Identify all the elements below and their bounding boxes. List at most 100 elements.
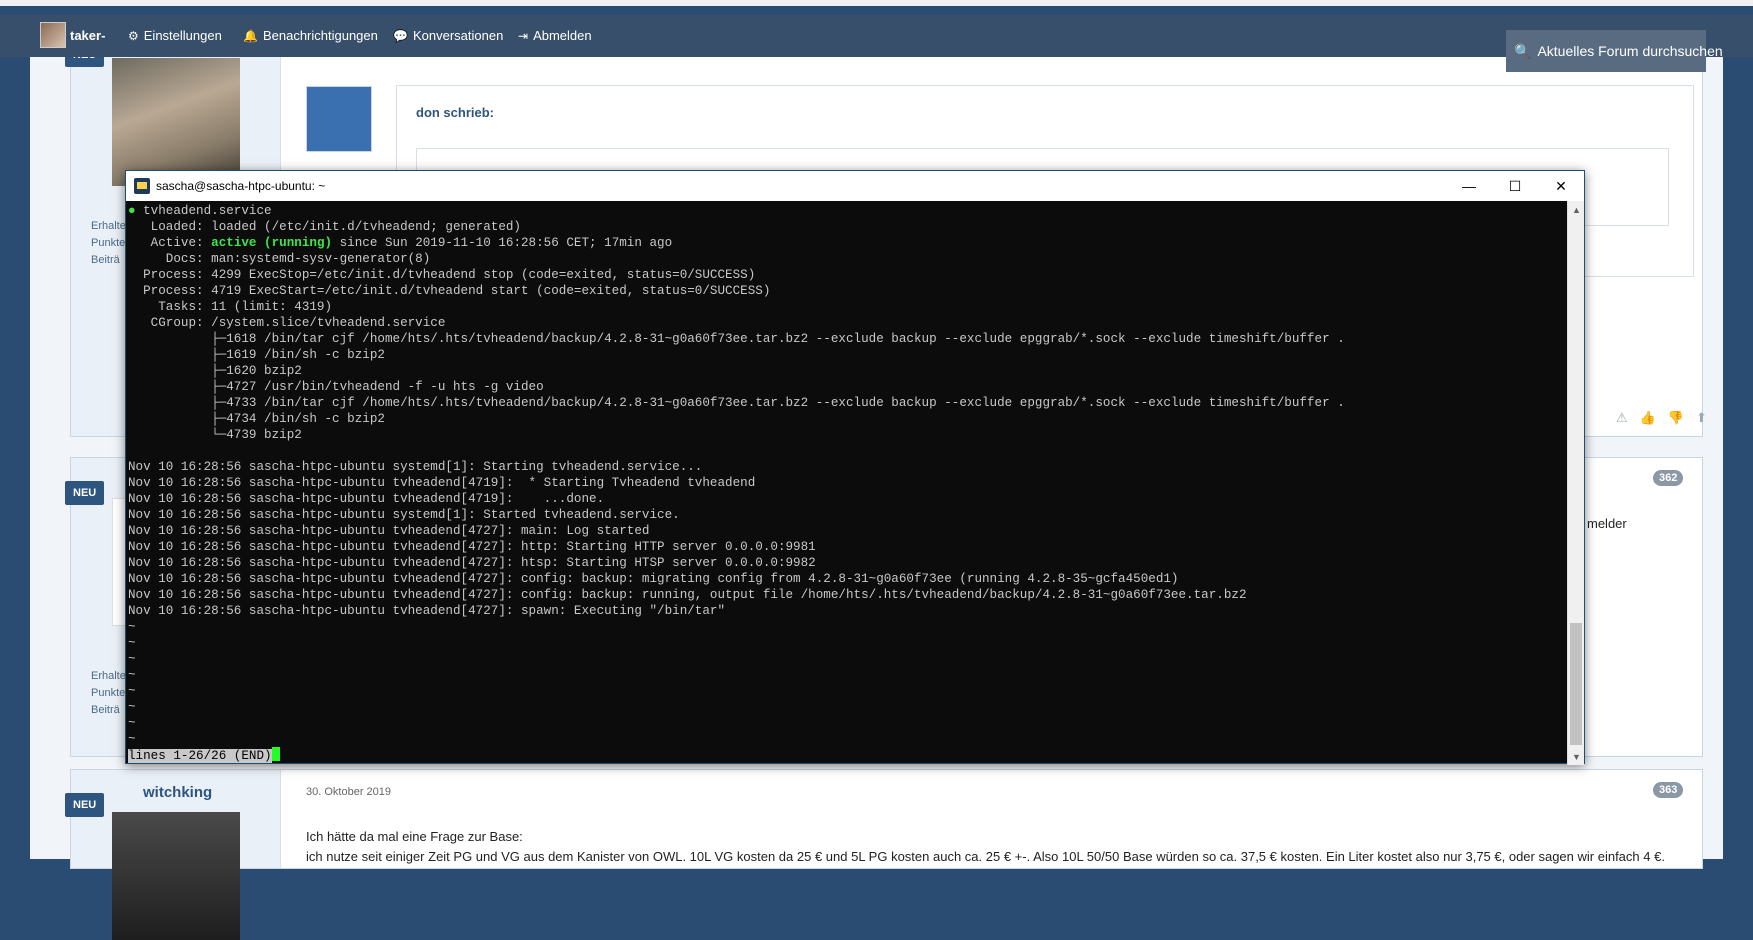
new-badge: NEU [65, 793, 105, 817]
nav-notifications[interactable]: 🔔 Benachrichtigungen [243, 28, 378, 43]
cursor [271, 747, 280, 761]
username-link[interactable]: witchking [143, 784, 212, 801]
terminal-line: ├─4733 /bin/tar cjf /home/hts/.hts/tvhea… [128, 395, 1566, 411]
post-date[interactable]: 30. Oktober 2019 [306, 786, 391, 798]
nav-settings[interactable]: ⚙ Einstellungen [128, 28, 222, 43]
line-text: Nov 10 16:28:56 sascha-htpc-ubuntu tvhea… [128, 492, 605, 506]
like-icon[interactable]: 👍 [1640, 410, 1656, 426]
pager-status-line: lines 1-26/26 (END) [128, 747, 1566, 763]
dislike-icon[interactable]: 👎 [1668, 410, 1684, 426]
line-text: Nov 10 16:28:56 sascha-htpc-ubuntu tvhea… [128, 572, 1179, 586]
terminal-line: ● tvheadend.service [128, 203, 1566, 219]
user-avatar-mini[interactable] [40, 22, 66, 48]
post-text-line-2: ich nutze seit einiger Zeit PG und VG au… [306, 849, 1665, 864]
line-text: Nov 10 16:28:56 sascha-htpc-ubuntu tvhea… [128, 556, 816, 570]
line-text: Docs: man:systemd-sysv-generator(8) [128, 252, 431, 266]
user-stats: Erhalte Punkte Beiträ [91, 220, 126, 266]
terminal-line: Nov 10 16:28:56 sascha-htpc-ubuntu tvhea… [128, 571, 1566, 587]
line-text: ~ [128, 716, 136, 730]
line-text: ~ [128, 652, 136, 666]
terminal-window[interactable]: sascha@sascha-htpc-ubuntu: ~ — ☐ ✕ ● tvh… [125, 170, 1585, 765]
line-text: ├─4734 /bin/sh -c bzip2 [128, 412, 385, 426]
bell-icon: 🔔 [243, 28, 258, 43]
line-text: Nov 10 16:28:56 sascha-htpc-ubuntu tvhea… [128, 540, 816, 554]
post-actions: ⚠ 👍 👎 ⬆ [1616, 410, 1707, 426]
line-text: ~ [128, 700, 136, 714]
nav-username[interactable]: taker- [70, 28, 105, 43]
terminal-line: ~ [128, 667, 1566, 683]
search-placeholder: Aktuelles Forum durchsuchen [1537, 43, 1723, 59]
line-text: ├─4727 /usr/bin/tvheadend -f -u hts -g v… [128, 380, 544, 394]
line-text: ~ [128, 732, 136, 746]
terminal-line: ~ [128, 651, 1566, 667]
terminal-titlebar[interactable]: sascha@sascha-htpc-ubuntu: ~ — ☐ ✕ [126, 171, 1584, 201]
post-number[interactable]: 362 [1653, 470, 1684, 486]
quoted-avatar [306, 86, 372, 152]
search-icon: 🔍 [1514, 42, 1532, 59]
line-text: ├─4733 /bin/tar cjf /home/hts/.hts/tvhea… [128, 396, 1345, 410]
line-text: ├─1619 /bin/sh -c bzip2 [128, 348, 385, 362]
nav-logout[interactable]: ⇥ Abmelden [518, 28, 592, 43]
scroll-down-icon[interactable]: ▼ [1568, 748, 1585, 765]
line-text: Loaded: loaded (/etc/init.d/tvheadend; g… [128, 220, 521, 234]
line-text: Nov 10 16:28:56 sascha-htpc-ubuntu tvhea… [128, 524, 650, 538]
line-text: ~ [128, 620, 136, 634]
terminal-line: ~ [128, 699, 1566, 715]
post-text-line-1: Ich hätte da mal eine Frage zur Base: [306, 829, 523, 844]
terminal-line: Nov 10 16:28:56 sascha-htpc-ubuntu tvhea… [128, 587, 1566, 603]
nav-conversations[interactable]: 💬 Konversationen [393, 28, 503, 43]
terminal-line: Nov 10 16:28:56 sascha-htpc-ubuntu syste… [128, 507, 1566, 523]
scroll-up-icon[interactable]: ▲ [1568, 201, 1585, 218]
status-bullet-icon: ● [128, 204, 136, 218]
new-badge: NEU [65, 481, 105, 505]
pager-status: lines 1-26/26 (END) [128, 749, 272, 763]
line-text: Nov 10 16:28:56 sascha-htpc-ubuntu syste… [128, 508, 680, 522]
terminal-output[interactable]: ● tvheadend.service Loaded: loaded (/etc… [126, 201, 1568, 765]
terminal-scrollbar[interactable]: ▲ ▼ [1567, 201, 1584, 765]
terminal-line: Active: active (running) since Sun 2019-… [128, 235, 1566, 251]
line-text: Nov 10 16:28:56 sascha-htpc-ubuntu tvhea… [128, 476, 756, 490]
terminal-line: Nov 10 16:28:56 sascha-htpc-ubuntu tvhea… [128, 523, 1566, 539]
scroll-thumb[interactable] [1570, 623, 1582, 745]
terminal-line: ├─1619 /bin/sh -c bzip2 [128, 347, 1566, 363]
post-3: witchking 30. Oktober 2019 363 Ich hätte… [70, 769, 1703, 940]
post-number[interactable]: 363 [1653, 782, 1684, 798]
maximize-button[interactable]: ☐ [1492, 171, 1538, 201]
putty-icon[interactable] [134, 178, 150, 194]
terminal-line: Docs: man:systemd-sysv-generator(8) [128, 251, 1566, 267]
terminal-line: Process: 4299 ExecStop=/etc/init.d/tvhea… [128, 267, 1566, 283]
terminal-line: Nov 10 16:28:56 sascha-htpc-ubuntu tvhea… [128, 555, 1566, 571]
chat-icon: 💬 [393, 28, 408, 43]
terminal-line: ~ [128, 683, 1566, 699]
line-text: Nov 10 16:28:56 sascha-htpc-ubuntu syste… [128, 460, 703, 474]
up-arrow-icon[interactable]: ⬆ [1696, 410, 1707, 426]
line-text: Nov 10 16:28:56 sascha-htpc-ubuntu tvhea… [128, 604, 726, 618]
line-text: └─4739 bzip2 [128, 428, 302, 442]
user-stats: Erhalte Punkte Beiträ [91, 670, 126, 716]
terminal-line: Process: 4719 ExecStart=/etc/init.d/tvhe… [128, 283, 1566, 299]
gears-icon: ⚙ [128, 28, 139, 43]
forum-top-nav: taker- ⚙ Einstellungen 🔔 Benachrichtigun… [0, 15, 1753, 72]
report-icon[interactable]: ⚠ [1616, 410, 1628, 426]
line-text: ~ [128, 636, 136, 650]
line-text: CGroup: /system.slice/tvheadend.service [128, 316, 446, 330]
terminal-line: ├─4734 /bin/sh -c bzip2 [128, 411, 1566, 427]
terminal-line: Tasks: 11 (limit: 4319) [128, 299, 1566, 315]
minimize-button[interactable]: — [1446, 171, 1492, 201]
terminal-line: ~ [128, 731, 1566, 747]
terminal-line: Nov 10 16:28:56 sascha-htpc-ubuntu syste… [128, 459, 1566, 475]
close-button[interactable]: ✕ [1538, 171, 1584, 201]
terminal-line: └─4739 bzip2 [128, 427, 1566, 443]
terminal-line: Nov 10 16:28:56 sascha-htpc-ubuntu tvhea… [128, 539, 1566, 555]
terminal-line: Nov 10 16:28:56 sascha-htpc-ubuntu tvhea… [128, 491, 1566, 507]
quote-header: don schrieb: [416, 105, 495, 120]
terminal-line: ├─1618 /bin/tar cjf /home/hts/.hts/tvhea… [128, 331, 1566, 347]
bookmarks-bar [0, 0, 1753, 6]
terminal-line: Loaded: loaded (/etc/init.d/tvheadend; g… [128, 219, 1566, 235]
line-prefix: Active: [128, 236, 212, 250]
line-text: Process: 4299 ExecStop=/etc/init.d/tvhea… [128, 268, 756, 282]
line-text: tvheadend.service [135, 204, 272, 218]
logout-icon: ⇥ [518, 28, 529, 43]
forum-search[interactable]: 🔍 Aktuelles Forum durchsuchen [1506, 30, 1723, 72]
